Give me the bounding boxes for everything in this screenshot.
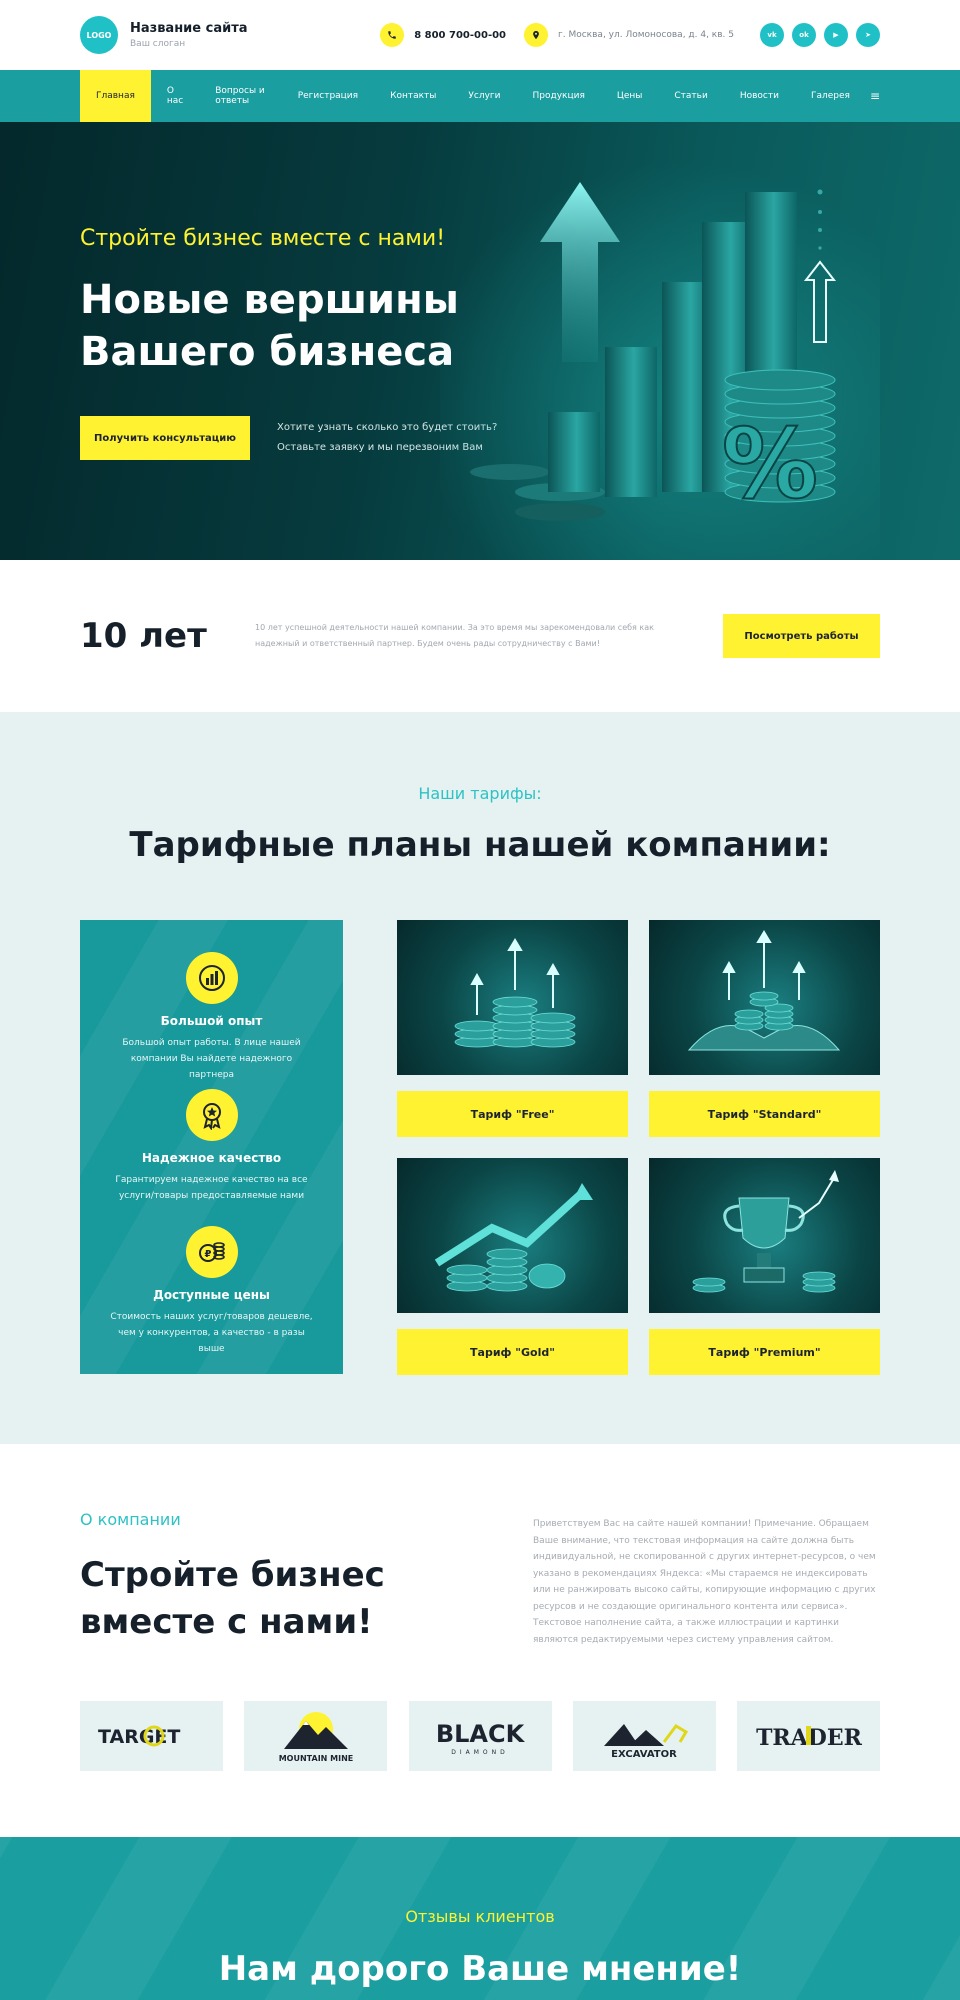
brand-block: Название сайта Ваш слоган [130, 21, 248, 49]
top-header: LOGO Название сайта Ваш слоган 8 800 700… [0, 0, 960, 70]
vk-icon[interactable]: vk [760, 23, 784, 47]
partner-logo-mountain-mine[interactable]: MOUNTAIN MINE [244, 1701, 388, 1771]
consultation-button[interactable]: Получить консультацию [80, 416, 250, 460]
about-text: Приветствуем Вас на сайте нашей компании… [533, 1519, 876, 1645]
tariff-free-button[interactable]: Тариф "Free" [397, 1091, 628, 1137]
site-name[interactable]: Название сайта [130, 21, 248, 36]
excavator-logo-text: EXCAVATOR [611, 1749, 677, 1760]
years-counter: 10 лет [80, 616, 207, 656]
nav-item-registration[interactable]: Регистрация [282, 70, 374, 122]
partner-logo-target[interactable]: TARGET [80, 1701, 223, 1771]
feature-prices: ₽ Доступные цены Стоимость наших услуг/т… [80, 1226, 343, 1357]
tariff-premium-button[interactable]: Тариф "Premium" [649, 1329, 880, 1375]
about-title-line2: вместе с нами! [80, 1602, 373, 1642]
feature-experience: Большой опыт Большой опыт работы. В лице… [80, 952, 343, 1083]
hero-title-line1: Новые вершины [80, 277, 459, 323]
nav-item-articles[interactable]: Статьи [658, 70, 723, 122]
tariff-card-standard: Тариф "Standard" [649, 920, 880, 1137]
reviews-subtitle: Отзывы клиентов [405, 1907, 555, 1926]
nav-item-contacts[interactable]: Контакты [374, 70, 452, 122]
svg-text:₽: ₽ [204, 1249, 211, 1260]
about-section: О компании Стройте бизнес вместе с нами!… [0, 1444, 960, 1837]
growth-chart-illustration: % [440, 162, 880, 560]
coins-icon: ₽ [185, 1226, 238, 1278]
tariffs-section: Наши тарифы: Тарифные планы нашей компан… [0, 712, 960, 1444]
tariff-gold-button[interactable]: Тариф "Gold" [397, 1329, 628, 1375]
percent-symbol: % [722, 408, 818, 520]
tariffs-title: Тарифные планы нашей компании: [129, 825, 831, 865]
partner-logos: TARGET MOUNTAIN MINE BLACK DIAMOND EXCAV… [80, 1701, 880, 1771]
address-text: г. Москва, ул. Ломоносова, д. 4, кв. 5 [558, 30, 734, 40]
mountain-mine-text: MOUNTAIN MINE [278, 1754, 353, 1763]
site-logo[interactable]: LOGO [80, 16, 118, 54]
feature-text: Большой опыт работы. В лице нашей компан… [122, 1038, 301, 1080]
about-title: Стройте бизнес вместе с нами! [80, 1552, 440, 1646]
nav-item-products[interactable]: Продукция [517, 70, 601, 122]
coins-stack-image[interactable] [397, 920, 628, 1075]
nav-item-faq[interactable]: Вопросы и ответы [199, 70, 282, 122]
partner-logo-excavator[interactable]: EXCAVATOR [572, 1701, 716, 1771]
target-logo-text: TARGET [98, 1726, 180, 1748]
nav-item-gallery[interactable]: Галерея [795, 70, 866, 122]
address-contact: г. Москва, ул. Ломоносова, д. 4, кв. 5 [524, 23, 734, 47]
stats-section: 10 лет 10 лет успешной деятельности наше… [0, 560, 960, 712]
feature-title: Надежное качество [141, 1151, 282, 1165]
tariff-card-premium: Тариф "Premium" [649, 1158, 880, 1375]
hamburger-menu-icon[interactable]: ≡ [870, 70, 880, 122]
stats-text: 10 лет успешной деятельности нашей компа… [255, 623, 654, 648]
nav-item-prices[interactable]: Цены [601, 70, 659, 122]
telegram-icon[interactable]: ➤ [856, 23, 880, 47]
hero-title-line2: Вашего бизнеса [80, 329, 455, 375]
feature-quality: Надежное качество Гарантируем надежное к… [80, 1089, 343, 1204]
partner-logo-trader[interactable]: TRADER [737, 1701, 880, 1771]
nav-item-about[interactable]: О нас [151, 70, 199, 122]
trophy-image[interactable] [649, 1158, 880, 1313]
reviews-title: Нам дорого Ваше мнение! [218, 1949, 742, 1989]
contacts: 8 800 700-00-00 г. Москва, ул. Ломоносов… [380, 23, 752, 47]
social-links: vk ok ▶ ➤ [752, 23, 880, 47]
youtube-icon[interactable]: ▶ [824, 23, 848, 47]
feature-text: Стоимость наших услуг/товаров дешевле, ч… [110, 1312, 313, 1354]
tariff-standard-button[interactable]: Тариф "Standard" [649, 1091, 880, 1137]
feature-text: Гарантируем надежное качество на все усл… [115, 1175, 308, 1201]
hero-banner: Стройте бизнес вместе с нами! Новые верш… [0, 122, 960, 560]
view-works-button[interactable]: Посмотреть работы [723, 614, 880, 658]
black-logo-tagline: DIAMOND [451, 1749, 509, 1756]
phone-contact[interactable]: 8 800 700-00-00 [380, 23, 506, 47]
growth-chart-icon [185, 952, 238, 1004]
award-medal-icon [185, 1089, 238, 1141]
phone-icon [380, 23, 405, 47]
tariff-grid: Большой опыт Большой опыт работы. В лице… [80, 920, 880, 1375]
partner-logo-black-diamond[interactable]: BLACK DIAMOND [408, 1701, 552, 1771]
nav-item-services[interactable]: Услуги [452, 70, 516, 122]
tariffs-subtitle: Наши тарифы: [418, 784, 542, 803]
tariff-card-free: Тариф "Free" [397, 920, 628, 1137]
about-title-line1: Стройте бизнес [80, 1555, 385, 1595]
main-nav: Главная О нас Вопросы и ответы Регистрац… [0, 70, 960, 122]
features-panel: Большой опыт Большой опыт работы. В лице… [80, 920, 343, 1374]
feature-title: Большой опыт [160, 1014, 263, 1028]
site-slogan: Ваш слоган [130, 39, 186, 49]
nav-item-news[interactable]: Новости [724, 70, 795, 122]
black-logo-text: BLACK [436, 1720, 526, 1748]
hands-coins-image[interactable] [649, 920, 880, 1075]
tariff-card-gold: Тариф "Gold" [397, 1158, 628, 1375]
about-subtitle: О компании [80, 1510, 181, 1529]
hero-subtitle: Стройте бизнес вместе с нами! [80, 226, 446, 251]
reviews-section: Отзывы клиентов Нам дорого Ваше мнение! [0, 1837, 960, 2000]
location-pin-icon [524, 23, 549, 47]
feature-title: Доступные цены [153, 1288, 270, 1302]
nav-item-home[interactable]: Главная [80, 70, 151, 122]
phone-number[interactable]: 8 800 700-00-00 [414, 30, 506, 41]
odnoklassniki-icon[interactable]: ok [792, 23, 816, 47]
coins-growth-image[interactable] [397, 1158, 628, 1313]
trader-accent-mark [805, 1726, 811, 1745]
